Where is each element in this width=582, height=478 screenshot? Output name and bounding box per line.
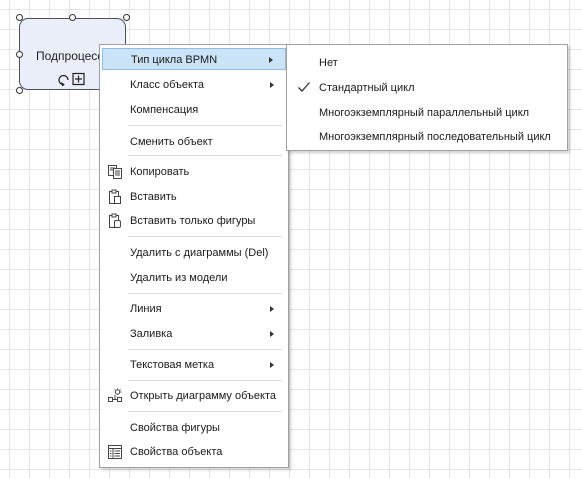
menu-item-copy[interactable]: Копировать — [102, 161, 286, 183]
loop-marker-icon — [58, 74, 69, 86]
submenu-item-multi-instance-parallel[interactable]: Многоэкземплярный параллельный цикл — [289, 102, 565, 124]
menu-separator — [128, 293, 282, 294]
menu-item-bpmn-loop-type[interactable]: Тип цикла BPMN — [102, 48, 286, 70]
object-diagram-icon — [108, 388, 122, 402]
menu-item-text-label[interactable]: Текстовая метка — [102, 354, 286, 376]
menu-separator — [128, 125, 282, 126]
menu-item-shape-properties[interactable]: Свойства фигуры — [102, 417, 286, 439]
submenu-arrow-icon — [269, 57, 273, 63]
menu-separator — [128, 349, 282, 350]
menu-separator — [128, 236, 282, 237]
paste-icon — [109, 189, 121, 204]
shape-label: Подпроцесс — [36, 49, 104, 63]
menu-separator — [128, 380, 282, 381]
menu-separator — [128, 155, 282, 156]
menu-item-delete-from-diagram[interactable]: Удалить с диаграммы (Del) — [102, 242, 286, 264]
checkmark-icon — [298, 82, 310, 92]
submenu-arrow-icon — [270, 82, 274, 88]
shape-markers — [58, 72, 85, 86]
paste-shapes-icon — [109, 213, 121, 228]
resize-handle-bottom-left[interactable] — [16, 87, 23, 94]
menu-item-object-class[interactable]: Класс объекта — [102, 74, 286, 96]
resize-handle-top-left[interactable] — [16, 14, 23, 21]
resize-handle-top-right[interactable] — [123, 14, 130, 21]
collapsed-subprocess-icon — [72, 72, 85, 86]
submenu-item-standard-loop[interactable]: Стандартный цикл — [289, 77, 565, 99]
menu-item-delete-from-model[interactable]: Удалить из модели — [102, 267, 286, 289]
resize-handle-top[interactable] — [69, 14, 76, 21]
copy-icon — [108, 165, 122, 179]
resize-handle-left[interactable] — [16, 51, 23, 58]
submenu-arrow-icon — [270, 331, 274, 337]
submenu-arrow-icon — [270, 362, 274, 368]
menu-item-line[interactable]: Линия — [102, 298, 286, 320]
menu-item-compensation[interactable]: Компенсация — [102, 99, 286, 121]
menu-separator — [128, 411, 282, 412]
submenu-item-multi-instance-sequential[interactable]: Многоэкземплярный последовательный цикл — [289, 126, 565, 148]
menu-item-open-object-diagram[interactable]: Открыть диаграмму объекта — [102, 385, 286, 407]
menu-item-object-properties[interactable]: Свойства объекта — [102, 441, 286, 463]
menu-item-paste[interactable]: Вставить — [102, 186, 286, 208]
menu-item-fill[interactable]: Заливка — [102, 323, 286, 345]
submenu-item-none[interactable]: Нет — [289, 52, 565, 74]
submenu-bpmn-loop-type: Нет Стандартный цикл Многоэкземплярный п… — [286, 44, 568, 151]
menu-item-change-object[interactable]: Сменить объект — [102, 131, 286, 153]
context-menu: Тип цикла BPMN Класс объекта Компенсация… — [99, 44, 289, 468]
submenu-arrow-icon — [270, 306, 274, 312]
menu-item-paste-shapes-only[interactable]: Вставить только фигуры — [102, 210, 286, 232]
properties-icon — [108, 445, 122, 459]
